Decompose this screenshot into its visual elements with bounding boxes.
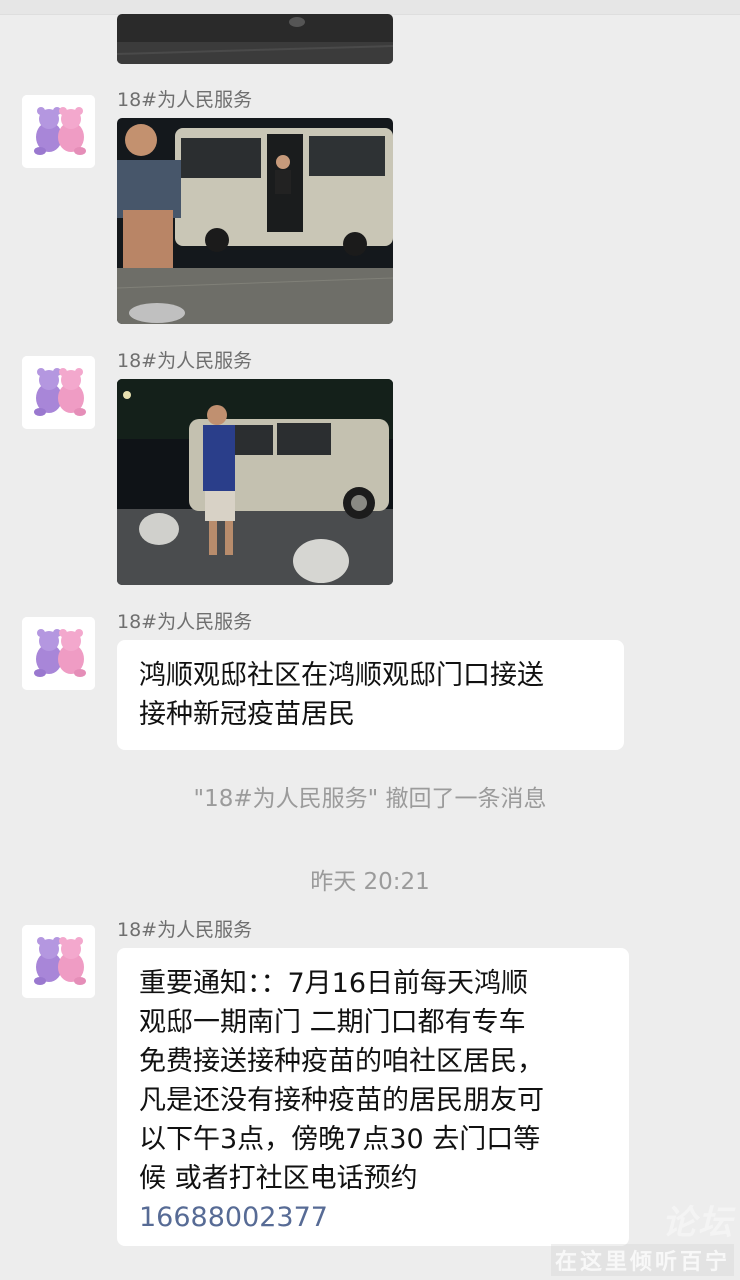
chat-window: 18#为人民服务 18#为人民服务 18#为人民服务 鸿顺观邸社区在鸿顺观邸门口… <box>0 0 740 1280</box>
avatar[interactable] <box>22 925 95 998</box>
chat-image[interactable] <box>117 118 393 324</box>
plush-bears-avatar-icon <box>22 925 95 998</box>
forum-watermark: 论坛 在这里倾听百宁 <box>550 1195 734 1276</box>
message-text-line: 候 或者打社区电话预约 <box>139 1163 418 1194</box>
avatar[interactable] <box>22 617 95 690</box>
recall-notice: "18#为人民服务" 撤回了一条消息 <box>193 786 547 812</box>
van-photo-man-seated-icon <box>117 118 393 324</box>
plush-bears-avatar-icon <box>22 95 95 168</box>
phone-number-link[interactable]: 16688002377 <box>139 1198 609 1237</box>
plush-bears-avatar-icon <box>22 617 95 690</box>
message-text-line: 凡是还没有接种疫苗的居民朋友可 <box>139 1085 544 1116</box>
top-bar <box>0 0 740 15</box>
sender-name: 18#为人民服务 <box>117 919 253 941</box>
watermark-slogan: 在这里倾听百宁 <box>550 1244 734 1276</box>
avatar[interactable] <box>22 356 95 429</box>
timestamp: 昨天 20:21 <box>310 869 430 895</box>
chat-image[interactable] <box>117 379 393 585</box>
avatar[interactable] <box>22 95 95 168</box>
plush-bears-avatar-icon <box>22 356 95 429</box>
message-text-line: 鸿顺观邸社区在鸿顺观邸门口接送 <box>139 660 544 691</box>
message-text-line: 接种新冠疫苗居民 <box>139 699 355 730</box>
watermark-logo-text: 论坛 <box>662 1203 734 1243</box>
van-photo-man-standing-icon <box>117 379 393 585</box>
sender-name: 18#为人民服务 <box>117 611 253 633</box>
message-bubble[interactable]: 鸿顺观邸社区在鸿顺观邸门口接送 接种新冠疫苗居民 <box>117 640 624 750</box>
sender-name: 18#为人民服务 <box>117 89 253 111</box>
van-photo-partial-icon <box>117 14 393 64</box>
sender-name: 18#为人民服务 <box>117 350 253 372</box>
message-text-line: 以下午3点，傍晚7点30 去门口等 <box>139 1124 541 1155</box>
message-text-line: 免费接送接种疫苗的咱社区居民， <box>139 1046 544 1077</box>
chat-image-partial[interactable] <box>117 14 393 64</box>
message-text-line: 重要通知：：7月16日前每天鸿顺 <box>139 968 529 999</box>
message-text-line: 观邸一期南门 二期门口都有专车 <box>139 1007 526 1038</box>
